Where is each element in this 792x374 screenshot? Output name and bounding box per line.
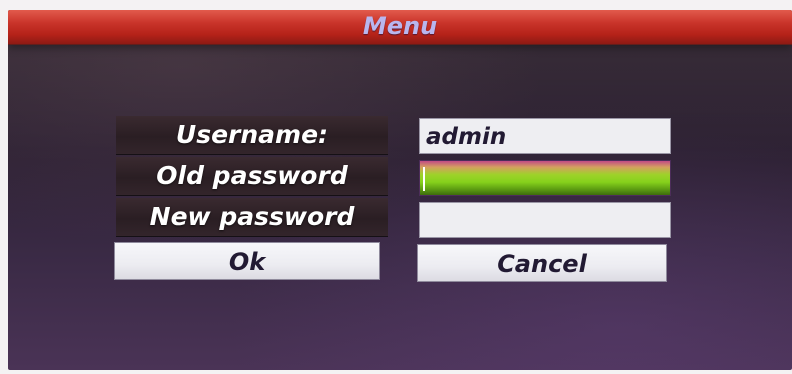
new-password-field[interactable] [419, 202, 671, 238]
dialog-screen: Menu Username: admin Old password New pa… [8, 10, 792, 370]
new-password-label: New password [116, 198, 388, 237]
cancel-button[interactable]: Cancel [417, 244, 667, 282]
username-label: Username: [116, 116, 388, 155]
old-password-field[interactable] [419, 160, 671, 196]
title-bar: Menu [8, 10, 792, 45]
dialog-title: Menu [362, 12, 438, 40]
text-caret [423, 167, 425, 191]
old-password-label: Old password [116, 157, 388, 196]
username-field[interactable]: admin [419, 118, 671, 154]
username-value: admin [426, 124, 507, 150]
ok-button[interactable]: Ok [114, 242, 380, 280]
